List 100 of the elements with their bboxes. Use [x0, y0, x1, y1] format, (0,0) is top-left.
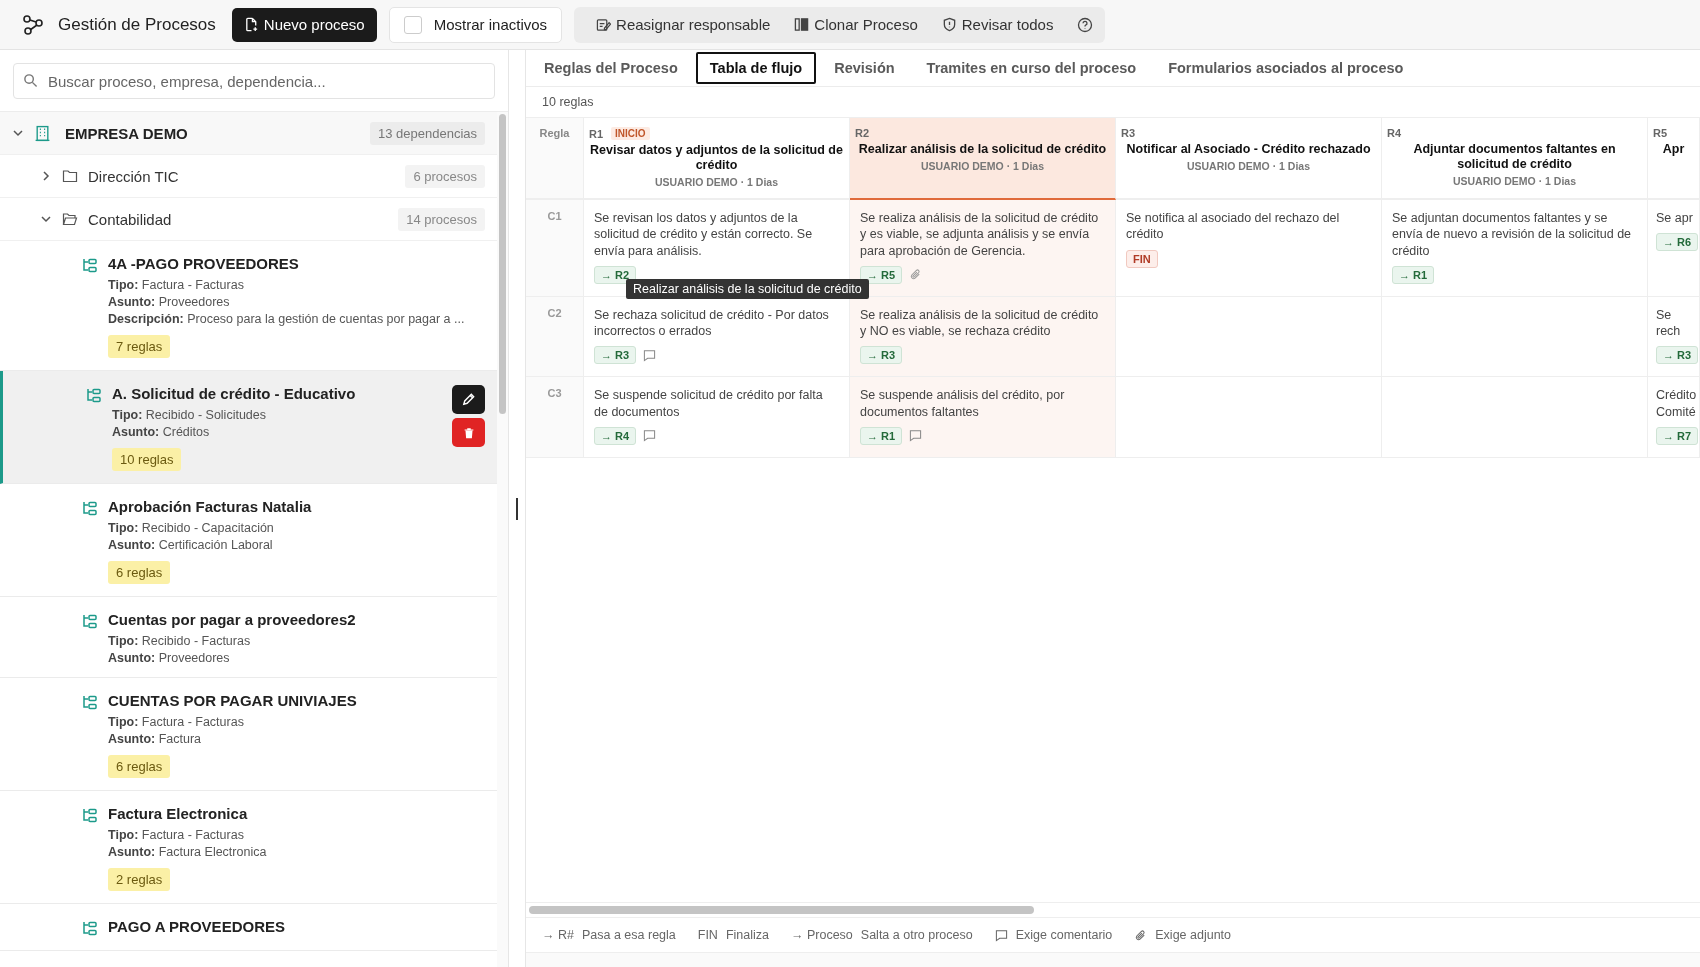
process-field: Tipo: Factura - Facturas [108, 828, 485, 842]
condition-text: Se revisan los datos y adjuntos de la solicitud de crédito y están correcto. Se envía para análisis. [594, 210, 814, 259]
process-name: A. Solicitud de crédito - Educativo [112, 385, 357, 402]
edit-button[interactable] [452, 385, 485, 414]
process-name: Cuentas por pagar a proveedores2 [108, 611, 357, 628]
department-name: Dirección TIC [88, 167, 180, 185]
condition-id: C1 [547, 210, 562, 222]
graph-icon [22, 13, 44, 36]
app-title: Gestión de Procesos [58, 14, 216, 35]
process-card[interactable]: A. Solicitud de crédito - Educativo Tipo: Recibido - Solicitudes Asunto: Créditos 10 reglas [0, 371, 497, 484]
process-card[interactable]: PAGO A PROVEEDORES [0, 904, 497, 951]
resize-handle[interactable] [516, 497, 518, 520]
process-field: Tipo: Recibido - Capacitación [108, 521, 485, 535]
condition-text: Crédito Comité [1656, 387, 1698, 420]
comment-icon [643, 429, 657, 443]
chevron-icon[interactable] [12, 127, 24, 139]
flow-icon [82, 257, 98, 273]
process-field: Asunto: Factura Electronica [108, 845, 485, 859]
department-row[interactable]: Contabilidad 14 procesos [0, 198, 497, 241]
goto-tag[interactable]: → R1 [860, 426, 903, 445]
folder-icon [62, 211, 78, 227]
pencil-icon [461, 392, 476, 407]
legend-symbol: FIN [697, 928, 718, 942]
rule-header[interactable]: R4 Adjuntar documentos faltantes en solicitud de crédito USUARIO DEMO · 1 Dias [1382, 118, 1648, 200]
tab[interactable]: Reglas del Proceso [530, 52, 692, 84]
tab[interactable]: Formularios asociados al proceso [1154, 52, 1418, 84]
rule-meta: USUARIO DEMO · 1 Dias [920, 160, 1045, 172]
scrollbar-thumb[interactable] [529, 906, 1034, 914]
flow-icon [82, 613, 98, 629]
rules-count: 7 reglas [108, 335, 171, 358]
goto-tag[interactable]: → R4 [594, 426, 637, 445]
comment-icon [643, 348, 657, 362]
condition-text: Se notifica al asociado del rechazo del crédito [1126, 210, 1341, 243]
goto-tag[interactable]: → R2 [594, 265, 637, 284]
process-field: Asunto: Proveedores [108, 295, 485, 309]
shield-icon [941, 17, 957, 32]
goto-tag[interactable]: → R3 [594, 346, 637, 365]
legend-symbol: → R# [542, 928, 574, 942]
rule-title: Notificar al Asociado - Crédito rechazado [1126, 142, 1371, 157]
process-field: Tipo: Factura - Facturas [108, 278, 485, 292]
rule-id: R1 [589, 127, 604, 140]
chevron-icon[interactable] [40, 170, 52, 182]
process-field: Asunto: Créditos [112, 425, 442, 439]
flow-icon [82, 500, 98, 516]
process-field: Tipo: Recibido - Solicitudes [112, 408, 442, 422]
new-document-icon [243, 17, 259, 32]
process-name: 4A -PAGO PROVEEDORES [108, 255, 300, 272]
rule-title: Adjuntar documentos faltantes en solicitud de crédito [1412, 142, 1617, 172]
goto-tag[interactable]: → R5 [860, 265, 903, 284]
new-process-button[interactable]: Nuevo proceso [231, 7, 377, 42]
condition-text: Se suspende solicitud de crédito por falta de documentos [594, 387, 824, 420]
scrollbar-thumb[interactable] [499, 114, 506, 414]
process-card[interactable]: CUENTAS POR PAGAR UNIVIAJES Tipo: Factura - Facturas Asunto: Factura 6 reglas [0, 678, 497, 791]
goto-tag[interactable]: → R1 [1392, 265, 1435, 284]
tab[interactable]: Revisión [820, 52, 909, 84]
process-field: Tipo: Factura - Facturas [108, 715, 485, 729]
process-field: Descripción: Proceso para la gestión de cuentas por pagar a ... [108, 312, 485, 326]
flow-icon [82, 920, 98, 936]
tab[interactable]: Tabla de flujo [695, 52, 817, 84]
process-card[interactable]: Factura Electronica Tipo: Factura - Facturas Asunto: Factura Electronica 2 reglas [0, 791, 497, 904]
end-tag[interactable]: FIN [1126, 249, 1158, 268]
tooltip: Realizar análisis de la solicitud de crédito [626, 279, 869, 299]
rule-header[interactable]: R2 Realizar análisis de la solicitud de crédito USUARIO DEMO · 1 Dias [850, 118, 1116, 200]
help-icon[interactable] [1077, 16, 1094, 33]
process-card[interactable]: Aprobación Facturas Natalia Tipo: Recibido - Capacitación Asunto: Certificación Laboral 6 reglas [0, 484, 497, 597]
rule-id: R5 [1653, 127, 1668, 139]
rule-header[interactable]: R3 Notificar al Asociado - Crédito rechazado USUARIO DEMO · 1 Dias [1116, 118, 1382, 200]
department-row[interactable]: Dirección TIC 6 procesos [0, 155, 497, 198]
rule-id: R2 [855, 127, 870, 139]
clone-button[interactable]: Clonar Proceso [784, 9, 928, 40]
tab[interactable]: Tramites en curso del proceso [912, 52, 1151, 84]
process-field: Asunto: Proveedores [108, 651, 485, 665]
rule-count: 10 reglas [526, 87, 1700, 117]
condition-text: Se rechaza solicitud de crédito - Por datos incorrectos o errados [594, 306, 830, 340]
rules-count: 2 reglas [108, 868, 171, 891]
process-name: Aprobación Facturas Natalia [108, 498, 313, 515]
condition-text: Se apr [1656, 210, 1694, 227]
goto-tag[interactable]: → R7 [1656, 426, 1699, 445]
flow-icon [82, 694, 98, 710]
rules-count: 6 reglas [108, 755, 171, 778]
delete-button[interactable] [452, 418, 485, 447]
company-row[interactable]: EMPRESA DEMO 13 dependencias [0, 112, 497, 155]
columns-icon [794, 17, 810, 32]
rule-header[interactable]: R5 Apr [1648, 118, 1700, 200]
rule-title: Realizar análisis de la solicitud de crédito [858, 142, 1107, 157]
search-field[interactable]: Buscar proceso, empresa, dependencia... [13, 63, 495, 99]
goto-tag[interactable]: → R3 [1656, 346, 1699, 365]
department-name: Contabilidad [88, 210, 173, 228]
review-button[interactable]: Revisar todos [931, 9, 1064, 40]
rule-title: Apr [1662, 142, 1685, 157]
process-name: PAGO A PROVEEDORES [108, 918, 286, 935]
reassign-button[interactable]: Reasignar responsable [586, 9, 781, 40]
rules-count: 6 reglas [108, 561, 171, 584]
checkbox[interactable] [403, 15, 422, 34]
edit-document-icon [596, 17, 612, 32]
goto-tag[interactable]: → R3 [860, 346, 903, 365]
legend-text: Pasa a esa regla [581, 928, 676, 942]
checkbox-label: Mostrar inactivos [433, 16, 548, 33]
chevron-icon[interactable] [40, 213, 52, 225]
goto-tag[interactable]: → R6 [1656, 233, 1699, 252]
